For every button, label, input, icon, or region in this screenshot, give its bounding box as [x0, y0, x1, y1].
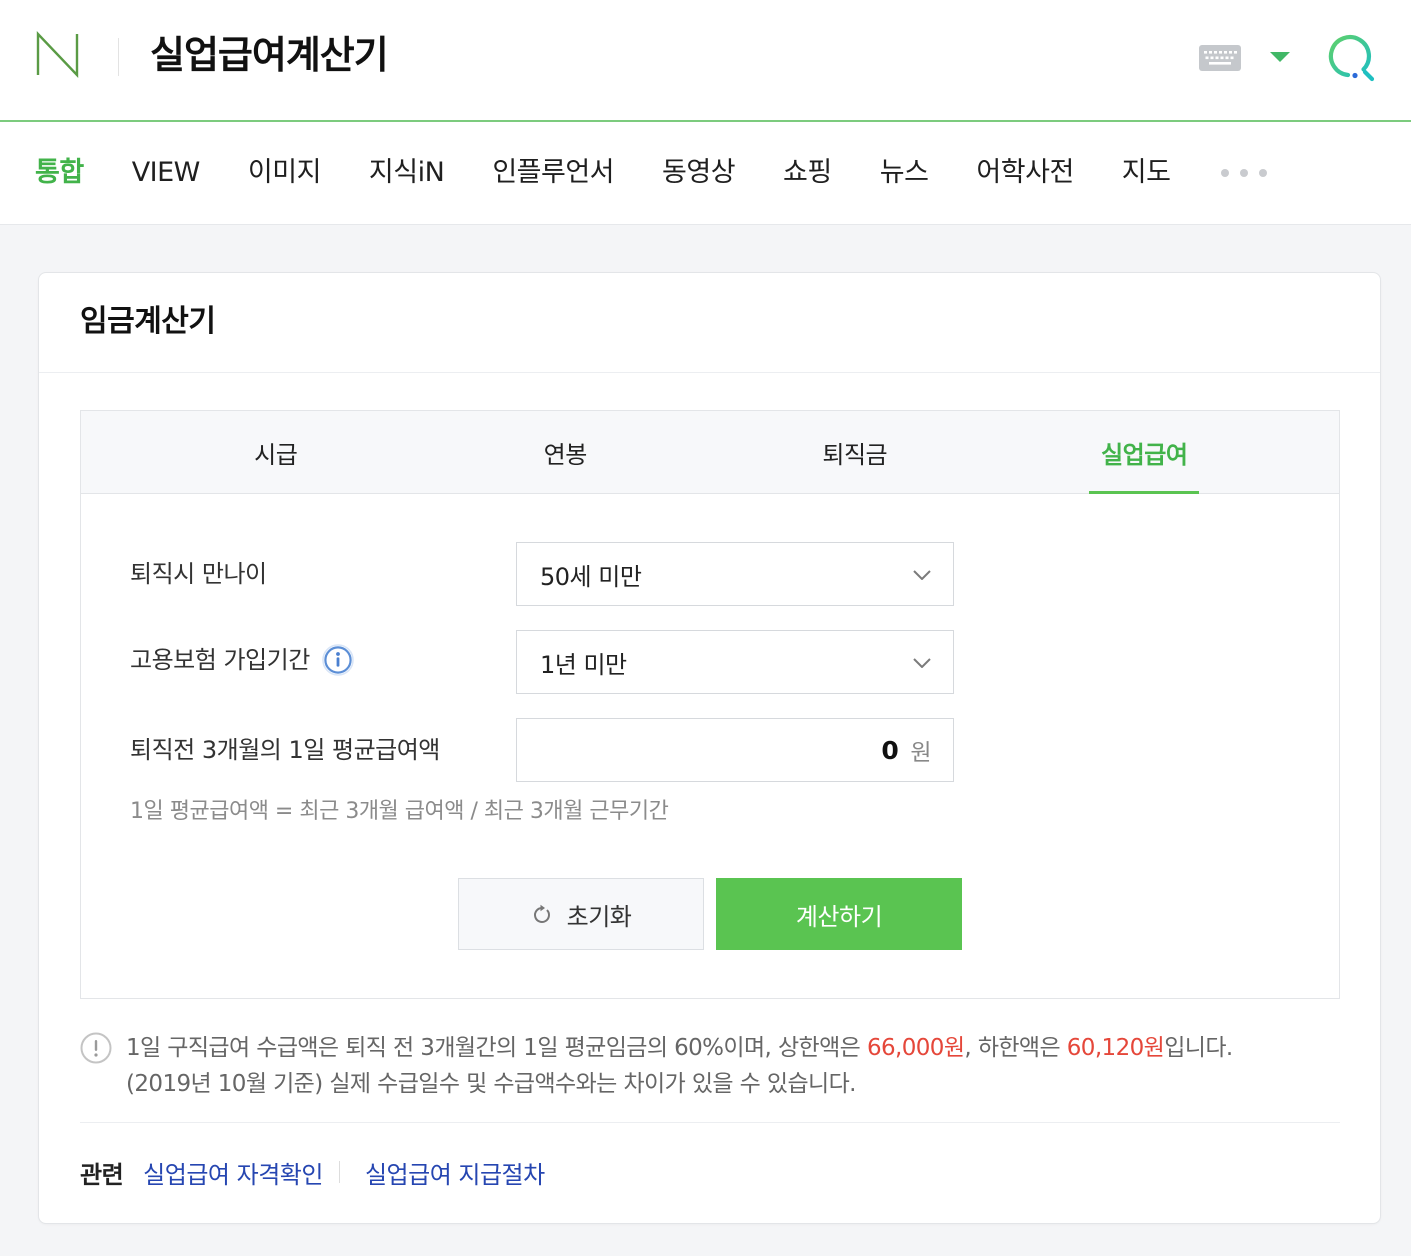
calculator-panel: 시급 연봉 퇴직금 실업급여 퇴직시 만나이 50세 미만 고용보험 가입기간: [80, 410, 1340, 999]
search-category-nav: 통합 VIEW 이미지 지식iN 인플루언서 동영상 쇼핑 뉴스 어학사전 지도: [0, 122, 1411, 225]
calculate-button[interactable]: 계산하기: [716, 878, 962, 950]
tab-unemployment-benefit[interactable]: 실업급여: [1000, 411, 1290, 494]
related-links: 관련 실업급여 자격확인 실업급여 지급절차: [80, 1152, 545, 1192]
link-separator: [338, 1161, 340, 1183]
calculate-button-label: 계산하기: [795, 902, 883, 931]
search-header: 실업급여계산기: [0, 0, 1411, 122]
notice-text: 1일 구직급여 수급액은 퇴직 전 3개월간의 1일 평균임금의 60%이며, …: [126, 1035, 867, 1061]
divider: [80, 1122, 1340, 1123]
search-query-title[interactable]: 실업급여계산기: [150, 29, 389, 81]
benefit-notice: 1일 구직급여 수급액은 퇴직 전 3개월간의 1일 평균임금의 60%이며, …: [126, 1030, 1339, 1102]
notice-text: 입니다.: [1164, 1035, 1233, 1061]
nav-item-map[interactable]: 지도: [1122, 153, 1171, 193]
logo-divider: [118, 38, 119, 76]
insurance-period-label-text: 고용보험 가입기간: [130, 646, 310, 674]
caret-down-icon[interactable]: [1268, 50, 1292, 64]
tab-severance-pay[interactable]: 퇴직금: [710, 411, 1000, 493]
daily-wage-hint: 1일 평균급여액 = 최근 3개월 급여액 / 최근 3개월 근무기간: [130, 799, 669, 824]
min-amount: 60,120원: [1066, 1035, 1165, 1061]
refresh-icon: [533, 904, 550, 923]
wage-calculator-card: 임금계산기 시급 연봉 퇴직금 실업급여 퇴직시 만나이 50세 미만 고용보험…: [38, 272, 1381, 1224]
link-eligibility-check[interactable]: 실업급여 자격확인: [143, 1155, 323, 1190]
insurance-period-label: 고용보험 가입기간: [130, 640, 354, 680]
calculator-tabs: 시급 연봉 퇴직금 실업급여: [81, 411, 1339, 494]
related-label: 관련: [80, 1160, 124, 1189]
nav-more-button[interactable]: [1218, 153, 1268, 193]
nav-item-view[interactable]: VIEW: [132, 153, 201, 193]
nav-item-dictionary[interactable]: 어학사전: [976, 153, 1074, 193]
link-payment-procedure[interactable]: 실업급여 지급절차: [365, 1155, 545, 1190]
naver-n-logo[interactable]: [34, 30, 82, 80]
chevron-down-icon: [913, 658, 931, 668]
daily-wage-value: 0: [881, 735, 899, 765]
notice-line-2: (2019년 10월 기준) 실제 수급일수 및 수급액수와는 차이가 있을 수…: [126, 1071, 856, 1097]
daily-wage-unit: 원: [910, 740, 931, 766]
notice-line-1: 1일 구직급여 수급액은 퇴직 전 3개월간의 1일 평균임금의 60%이며, …: [126, 1030, 1339, 1066]
divider: [39, 372, 1380, 373]
exclamation-circle-icon: [80, 1032, 112, 1064]
tab-annual-salary[interactable]: 연봉: [421, 411, 711, 493]
tab-hourly-wage[interactable]: 시급: [131, 411, 421, 493]
nav-item-video[interactable]: 동영상: [662, 153, 736, 193]
card-title: 임금계산기: [80, 304, 216, 339]
age-select[interactable]: 50세 미만: [516, 542, 954, 606]
nav-item-news[interactable]: 뉴스: [880, 153, 929, 193]
nav-item-knowledge-in[interactable]: 지식iN: [369, 153, 445, 193]
insurance-period-select-value: 1년 미만: [540, 650, 627, 679]
nav-item-influencer[interactable]: 인플루언서: [492, 153, 614, 193]
age-label-text: 퇴직시 만나이: [130, 560, 267, 588]
info-icon[interactable]: [321, 644, 354, 676]
daily-wage-input[interactable]: 0 원: [516, 718, 954, 782]
age-label: 퇴직시 만나이: [130, 554, 267, 594]
keyboard-icon[interactable]: [1199, 45, 1241, 71]
reset-button-label: 초기화: [566, 902, 632, 931]
max-amount: 66,000원: [866, 1035, 965, 1061]
reset-button[interactable]: 초기화: [458, 878, 704, 950]
more-dots-icon: [1221, 169, 1268, 177]
insurance-period-select[interactable]: 1년 미만: [516, 630, 954, 694]
nav-item-images[interactable]: 이미지: [248, 153, 322, 193]
search-icon[interactable]: [1326, 33, 1376, 83]
daily-wage-label-text: 퇴직전 3개월의 1일 평균급여액: [130, 736, 440, 764]
age-select-value: 50세 미만: [540, 562, 642, 591]
nav-item-all[interactable]: 통합: [35, 153, 84, 193]
notice-text: , 하한액은: [964, 1035, 1067, 1061]
nav-item-shopping[interactable]: 쇼핑: [783, 153, 832, 193]
chevron-down-icon: [913, 570, 931, 580]
daily-wage-label: 퇴직전 3개월의 1일 평균급여액: [130, 730, 440, 770]
